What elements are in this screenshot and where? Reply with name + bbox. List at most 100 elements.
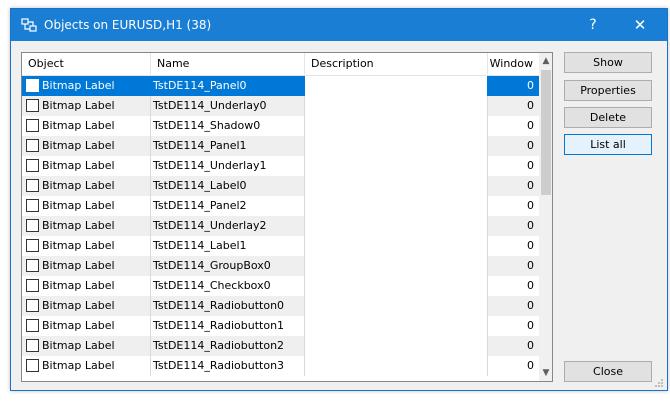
delete-button[interactable]: Delete	[564, 107, 652, 128]
table-row[interactable]: Bitmap Label TstDE114_Radiobutton2 0	[22, 336, 539, 356]
window-title: Objects on EURUSD,H1 (38)	[44, 18, 212, 32]
table-row[interactable]: Bitmap Label TstDE114_Label1 0	[22, 236, 539, 256]
row-checkbox[interactable]	[26, 239, 39, 252]
scroll-up-arrow-icon[interactable]: ▲	[539, 53, 552, 69]
object-name-cell: TstDE114_Shadow0	[151, 116, 305, 136]
table-row[interactable]: Bitmap Label TstDE114_Panel0 0	[22, 76, 539, 96]
row-checkbox[interactable]	[26, 99, 39, 112]
row-checkbox[interactable]	[26, 79, 39, 92]
object-window-cell: 0	[527, 239, 534, 252]
object-type-cell: Bitmap Label	[22, 336, 151, 356]
object-window-cell: 0	[527, 179, 534, 192]
list-rows: Bitmap Label TstDE114_Panel0 0 Bitmap Label…	[22, 76, 539, 376]
object-description-cell	[305, 236, 488, 256]
object-type-cell: Bitmap Label	[22, 116, 151, 136]
row-checkbox[interactable]	[26, 319, 39, 332]
column-header-description[interactable]: Description	[305, 53, 488, 75]
table-row[interactable]: Bitmap Label TstDE114_Panel2 0	[22, 196, 539, 216]
object-window-cell: 0	[527, 99, 534, 112]
object-window-cell: 0	[527, 139, 534, 152]
object-type-label: Bitmap Label	[42, 79, 115, 92]
scrollbar-thumb[interactable]	[541, 70, 551, 195]
show-button[interactable]: Show	[564, 52, 652, 73]
object-window-cell: 0	[527, 319, 534, 332]
object-name-cell: TstDE114_Label1	[151, 236, 305, 256]
row-checkbox[interactable]	[26, 339, 39, 352]
list-header: Object Name Description Window	[22, 53, 539, 76]
object-window-cell: 0	[527, 359, 534, 372]
row-checkbox[interactable]	[26, 199, 39, 212]
object-type-cell: Bitmap Label	[22, 96, 151, 116]
row-checkbox[interactable]	[26, 179, 39, 192]
object-window-cell: 0	[527, 339, 534, 352]
object-name-cell: TstDE114_Panel0	[151, 76, 305, 96]
close-window-button[interactable]: ✕	[618, 9, 662, 41]
object-name-cell: TstDE114_Underlay2	[151, 216, 305, 236]
object-type-label: Bitmap Label	[42, 359, 115, 372]
resize-grip-icon[interactable]	[654, 378, 664, 388]
scroll-down-arrow-icon[interactable]: ▼	[539, 365, 552, 381]
row-checkbox[interactable]	[26, 299, 39, 312]
object-type-cell: Bitmap Label	[22, 356, 151, 376]
object-name-cell: TstDE114_Panel2	[151, 196, 305, 216]
object-window-cell: 0	[527, 79, 534, 92]
object-name-cell: TstDE114_GroupBox0	[151, 256, 305, 276]
column-header-window[interactable]: Window	[488, 53, 539, 75]
object-type-label: Bitmap Label	[42, 139, 115, 152]
row-checkbox[interactable]	[26, 359, 39, 372]
object-name-cell: TstDE114_Radiobutton1	[151, 316, 305, 336]
object-name-cell: TstDE114_Panel1	[151, 136, 305, 156]
object-description-cell	[305, 196, 488, 216]
objects-list[interactable]: Object Name Description Window Bitmap La…	[21, 52, 553, 382]
table-row[interactable]: Bitmap Label TstDE114_Radiobutton0 0	[22, 296, 539, 316]
object-type-label: Bitmap Label	[42, 219, 115, 232]
table-row[interactable]: Bitmap Label TstDE114_Underlay0 0	[22, 96, 539, 116]
object-type-cell: Bitmap Label	[22, 316, 151, 336]
row-checkbox[interactable]	[26, 119, 39, 132]
object-window-cell: 0	[527, 279, 534, 292]
column-header-object[interactable]: Object	[22, 53, 151, 75]
object-window-cell: 0	[527, 119, 534, 132]
table-row[interactable]: Bitmap Label TstDE114_Shadow0 0	[22, 116, 539, 136]
object-description-cell	[305, 316, 488, 336]
row-checkbox[interactable]	[26, 279, 39, 292]
object-description-cell	[305, 116, 488, 136]
vertical-scrollbar[interactable]: ▲ ▼	[539, 53, 552, 381]
table-row[interactable]: Bitmap Label TstDE114_Panel1 0	[22, 136, 539, 156]
object-type-label: Bitmap Label	[42, 199, 115, 212]
object-type-label: Bitmap Label	[42, 239, 115, 252]
object-name-cell: TstDE114_Radiobutton0	[151, 296, 305, 316]
row-checkbox[interactable]	[26, 159, 39, 172]
object-name-cell: TstDE114_Checkbox0	[151, 276, 305, 296]
title-bar[interactable]: Objects on EURUSD,H1 (38) ? ✕	[11, 9, 667, 41]
table-row[interactable]: Bitmap Label TstDE114_Radiobutton1 0	[22, 316, 539, 336]
object-type-cell: Bitmap Label	[22, 276, 151, 296]
table-row[interactable]: Bitmap Label TstDE114_Radiobutton3 0	[22, 356, 539, 376]
row-checkbox[interactable]	[26, 259, 39, 272]
row-checkbox[interactable]	[26, 219, 39, 232]
object-type-label: Bitmap Label	[42, 99, 115, 112]
properties-button[interactable]: Properties	[564, 80, 652, 101]
help-button[interactable]: ?	[571, 9, 615, 41]
object-type-label: Bitmap Label	[42, 119, 115, 132]
row-checkbox[interactable]	[26, 139, 39, 152]
object-window-cell: 0	[527, 199, 534, 212]
table-row[interactable]: Bitmap Label TstDE114_Underlay1 0	[22, 156, 539, 176]
object-description-cell	[305, 76, 488, 96]
object-name-cell: TstDE114_Underlay1	[151, 156, 305, 176]
object-name-cell: TstDE114_Radiobutton2	[151, 336, 305, 356]
list-all-button[interactable]: List all	[564, 134, 652, 155]
object-type-cell: Bitmap Label	[22, 196, 151, 216]
table-row[interactable]: Bitmap Label TstDE114_Underlay2 0	[22, 216, 539, 236]
table-row[interactable]: Bitmap Label TstDE114_Label0 0	[22, 176, 539, 196]
object-description-cell	[305, 256, 488, 276]
table-row[interactable]: Bitmap Label TstDE114_Checkbox0 0	[22, 276, 539, 296]
object-description-cell	[305, 136, 488, 156]
table-row[interactable]: Bitmap Label TstDE114_GroupBox0 0	[22, 256, 539, 276]
objects-list-icon	[21, 18, 37, 32]
column-header-name[interactable]: Name	[151, 53, 305, 75]
object-type-label: Bitmap Label	[42, 339, 115, 352]
object-name-cell: TstDE114_Label0	[151, 176, 305, 196]
object-description-cell	[305, 356, 488, 376]
close-button[interactable]: Close	[564, 361, 652, 382]
